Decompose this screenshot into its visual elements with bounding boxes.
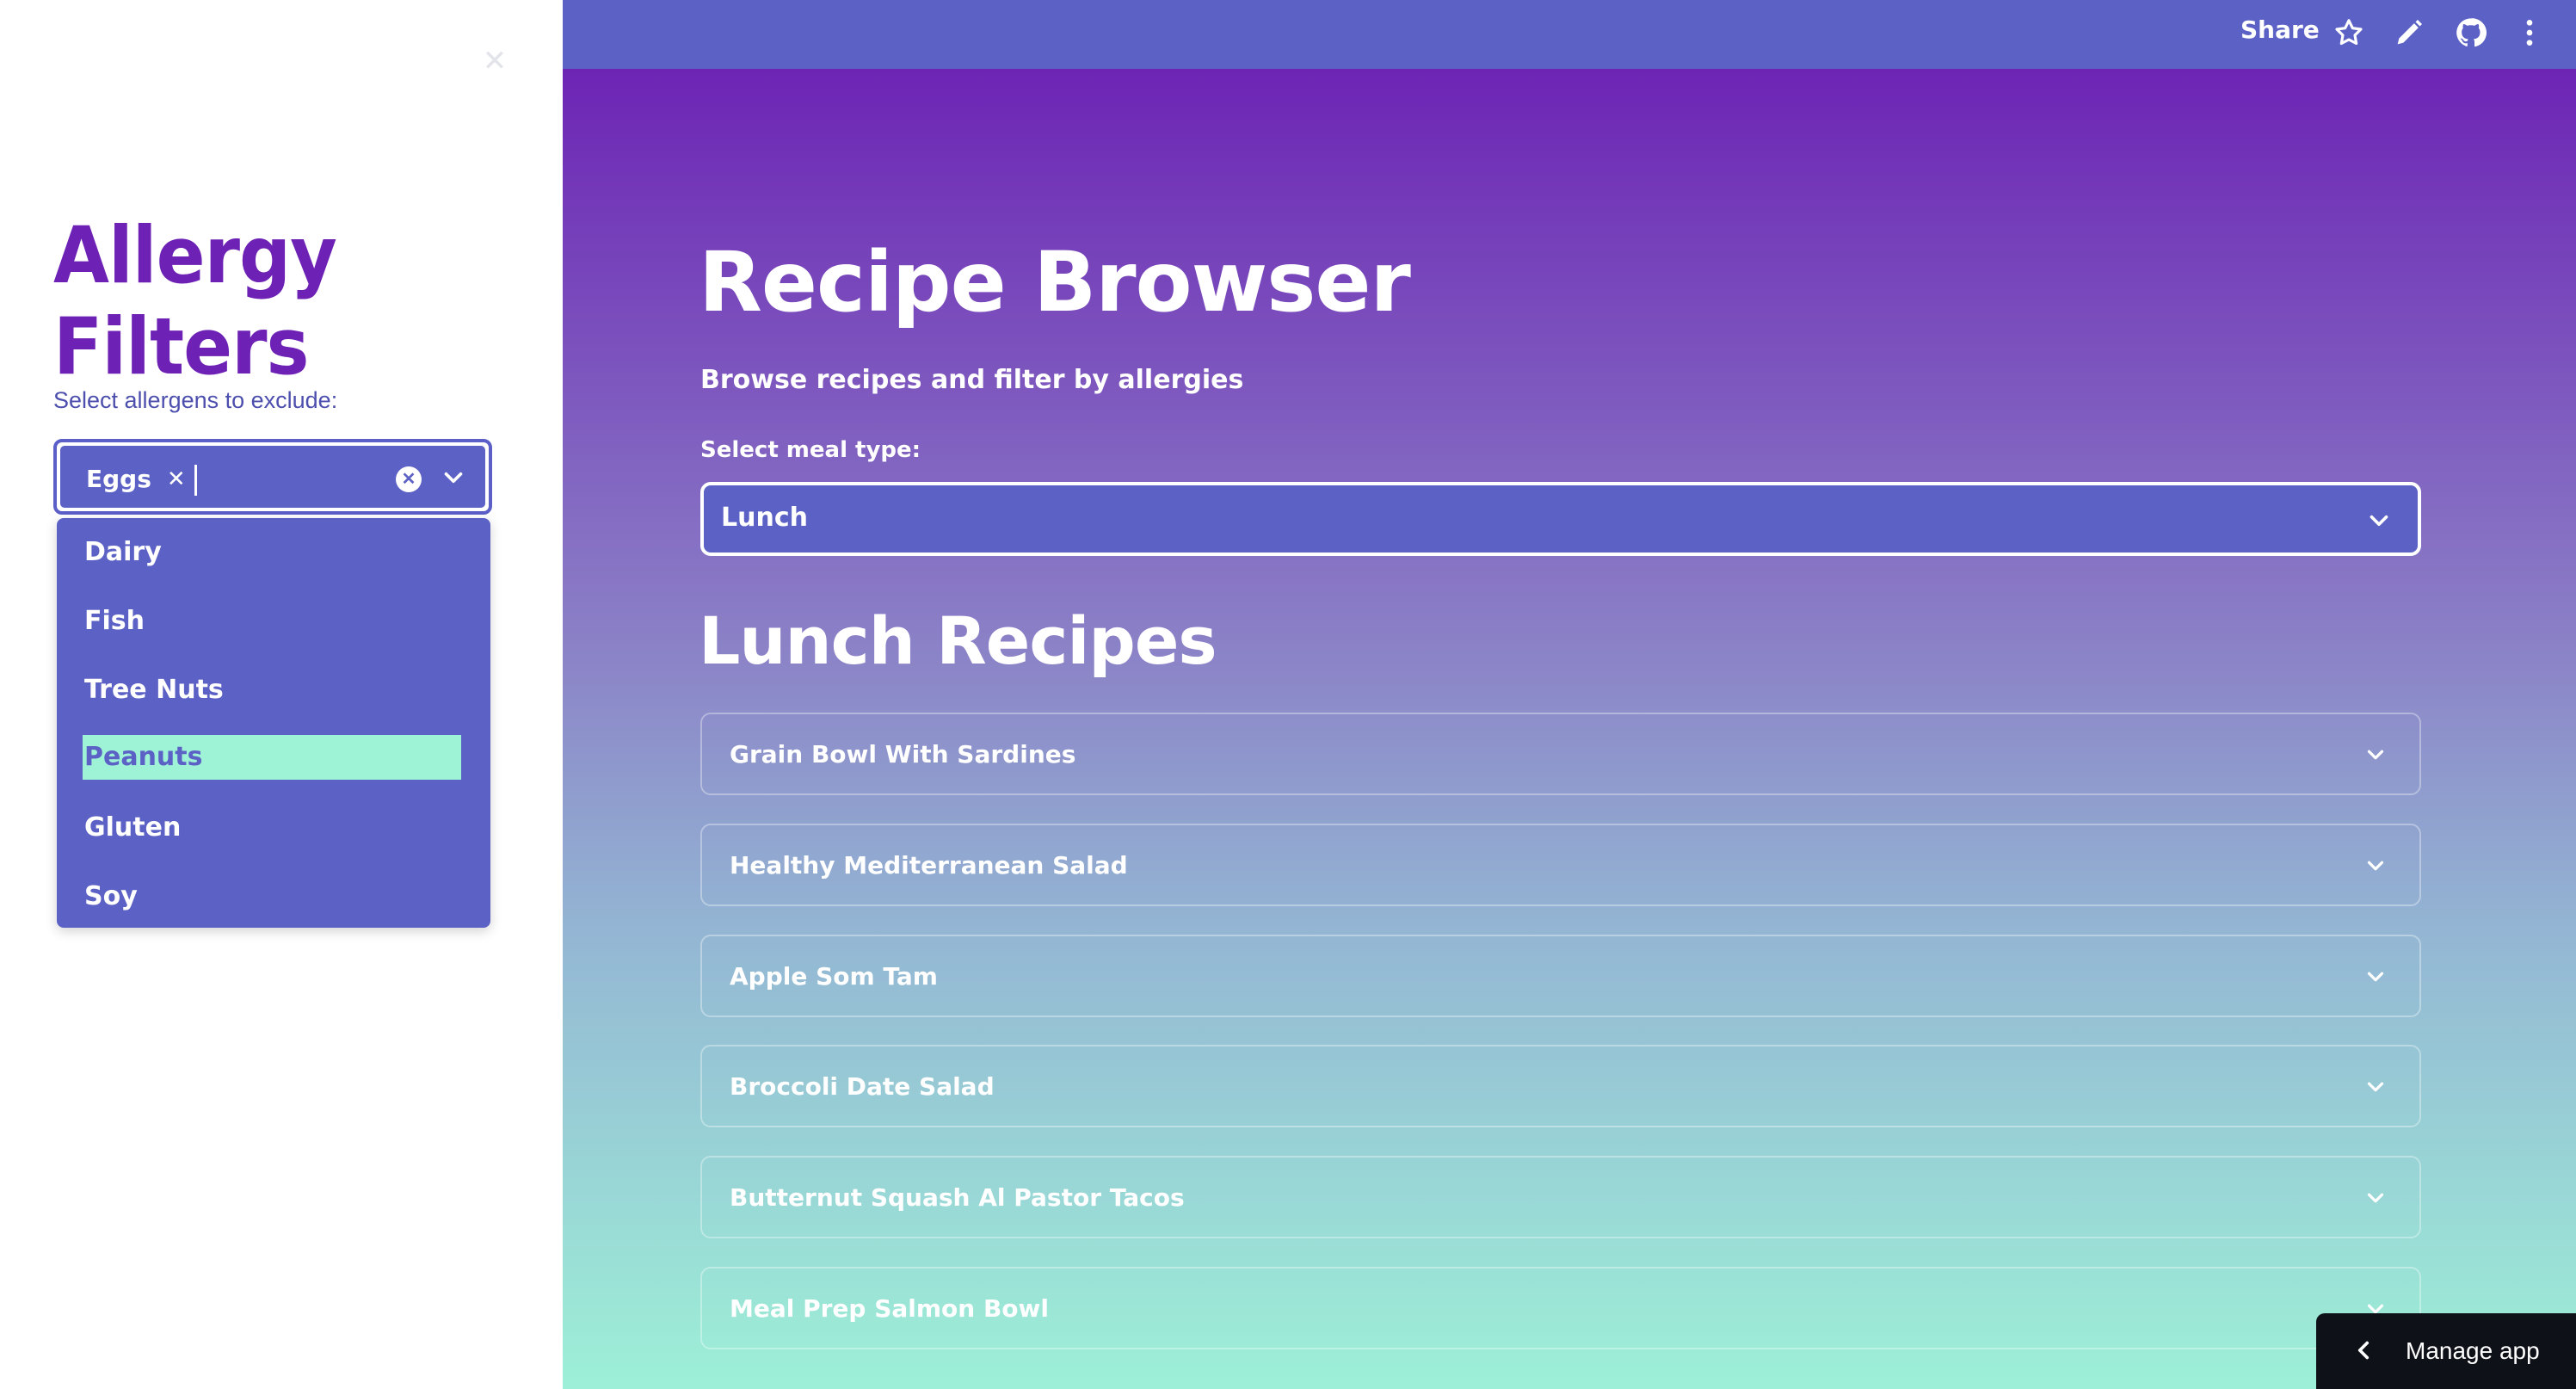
- chevron-down-icon[interactable]: [439, 463, 468, 492]
- more-vertical-icon[interactable]: [2512, 15, 2547, 50]
- chevron-down-icon[interactable]: [2363, 853, 2388, 879]
- text-cursor: [194, 465, 197, 496]
- chevron-down-icon[interactable]: [2363, 1074, 2388, 1100]
- recipe-expander-label: Apple Som Tam: [730, 962, 938, 991]
- section-title: Lunch Recipes: [699, 602, 1217, 679]
- close-sidebar-icon[interactable]: ✕: [480, 46, 509, 76]
- star-icon[interactable]: [2332, 15, 2366, 50]
- recipe-expander[interactable]: Healthy Mediterranean Salad: [700, 824, 2421, 906]
- clear-all-icon[interactable]: ✕: [396, 466, 422, 492]
- recipe-expander-label: Butternut Squash Al Pastor Tacos: [730, 1183, 1185, 1212]
- chip-label: Eggs: [86, 465, 151, 493]
- main-content: Share Recipe Browser Browse recipes and …: [563, 0, 2576, 1389]
- meal-type-value: Lunch: [721, 503, 808, 533]
- chevron-down-icon[interactable]: [2363, 742, 2388, 768]
- share-button[interactable]: Share: [2240, 15, 2320, 44]
- pencil-icon[interactable]: [2392, 15, 2426, 50]
- dropdown-option-fish[interactable]: Fish: [83, 599, 461, 644]
- recipe-expander-label: Meal Prep Salmon Bowl: [730, 1294, 1049, 1323]
- dropdown-option-gluten[interactable]: Gluten: [83, 806, 461, 850]
- recipe-expander[interactable]: Meal Prep Salmon Bowl: [700, 1267, 2421, 1349]
- dropdown-option-tree-nuts[interactable]: Tree Nuts: [83, 668, 461, 713]
- recipe-expander-label: Broccoli Date Salad: [730, 1072, 995, 1101]
- recipe-expander-label: Healthy Mediterranean Salad: [730, 851, 1128, 880]
- dropdown-option-soy[interactable]: Soy: [83, 874, 461, 919]
- chevron-down-icon[interactable]: [2363, 1185, 2388, 1211]
- meal-type-label: Select meal type:: [700, 437, 921, 463]
- recipe-expander[interactable]: Grain Bowl With Sardines: [700, 713, 2421, 795]
- allergen-multiselect-field[interactable]: Eggs ✕ ✕: [60, 446, 485, 508]
- chip-remove-icon[interactable]: ✕: [167, 466, 186, 492]
- recipe-expander[interactable]: Butternut Squash Al Pastor Tacos: [700, 1156, 2421, 1238]
- page-title: Recipe Browser: [699, 234, 1411, 330]
- manage-app-label: Manage app: [2406, 1337, 2540, 1364]
- manage-app-button[interactable]: Manage app: [2316, 1313, 2576, 1389]
- chevron-left-icon: [2357, 1341, 2370, 1360]
- recipe-expander-label: Grain Bowl With Sardines: [730, 740, 1076, 769]
- github-icon[interactable]: [2454, 15, 2488, 50]
- page-subtitle: Browse recipes and filter by allergies: [700, 365, 1244, 395]
- recipe-expander[interactable]: Apple Som Tam: [700, 935, 2421, 1017]
- sidebar: ✕ Allergy Filters Select allergens to ex…: [0, 0, 563, 1389]
- allergen-dropdown-menu: Dairy Fish Tree Nuts Peanuts Gluten Soy: [57, 518, 490, 928]
- allergen-select-label: Select allergens to exclude:: [53, 387, 338, 413]
- meal-type-select[interactable]: Lunch: [700, 482, 2421, 556]
- top-toolbar: Share: [563, 0, 2576, 69]
- dropdown-option-dairy[interactable]: Dairy: [83, 530, 461, 575]
- selected-chip-eggs: Eggs ✕: [86, 465, 186, 493]
- chevron-down-icon[interactable]: [2364, 506, 2394, 535]
- chevron-down-icon[interactable]: [2363, 964, 2388, 990]
- allergen-multiselect[interactable]: Eggs ✕ ✕: [53, 439, 492, 515]
- dropdown-option-peanuts[interactable]: Peanuts: [83, 735, 461, 780]
- recipe-expander[interactable]: Broccoli Date Salad: [700, 1045, 2421, 1127]
- sidebar-title: Allergy Filters: [53, 210, 337, 392]
